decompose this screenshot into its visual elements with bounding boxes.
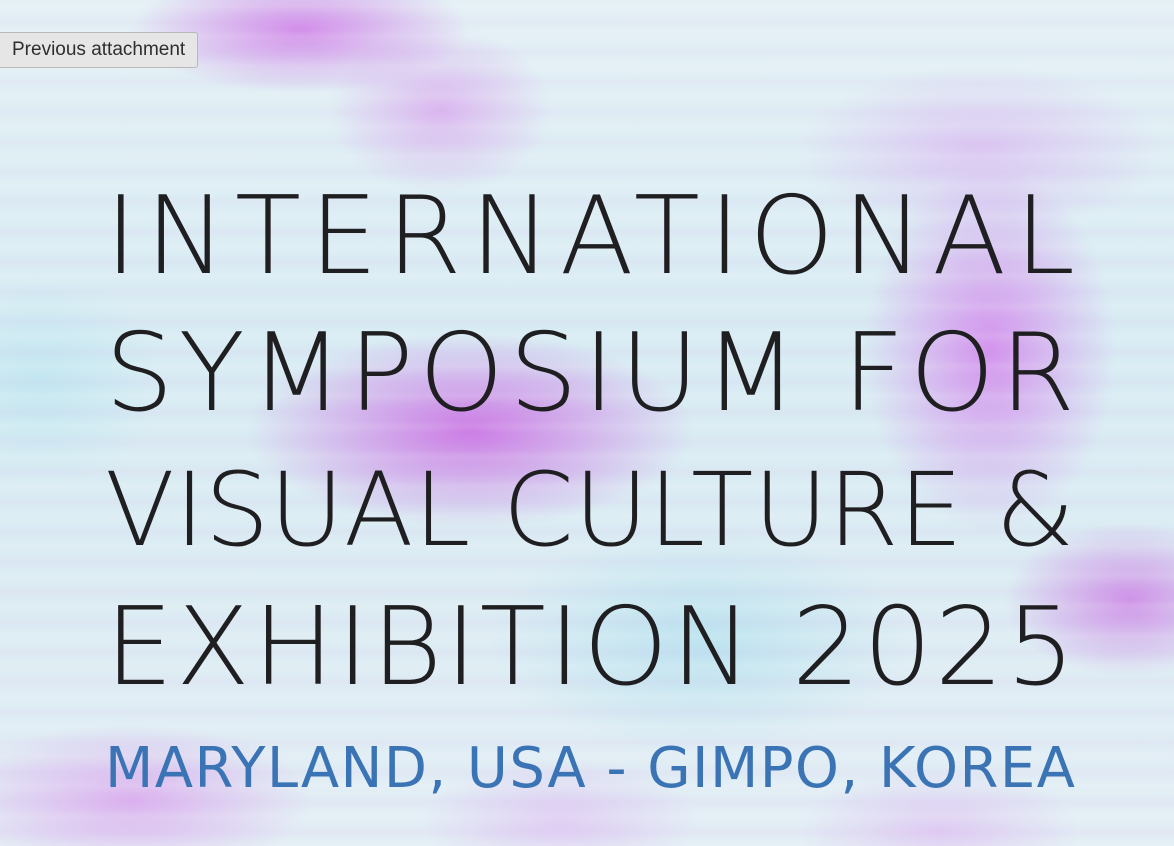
poster-location: MARYLAND, USA - GIMPO, KOREA bbox=[105, 736, 1077, 801]
poster-title: INTERNATIONAL SYMPOSIUM FOR VISUAL CULTU… bbox=[105, 168, 1080, 716]
previous-attachment-button[interactable]: Previous attachment bbox=[0, 32, 199, 68]
poster-title-line-2: SYMPOSIUM FOR bbox=[105, 311, 1081, 436]
poster-title-line-3: VISUAL CULTURE & bbox=[105, 451, 1075, 570]
poster-title-line-4: EXHIBITION 2025 bbox=[105, 585, 1078, 710]
poster-title-line-1: INTERNATIONAL bbox=[105, 174, 1084, 299]
